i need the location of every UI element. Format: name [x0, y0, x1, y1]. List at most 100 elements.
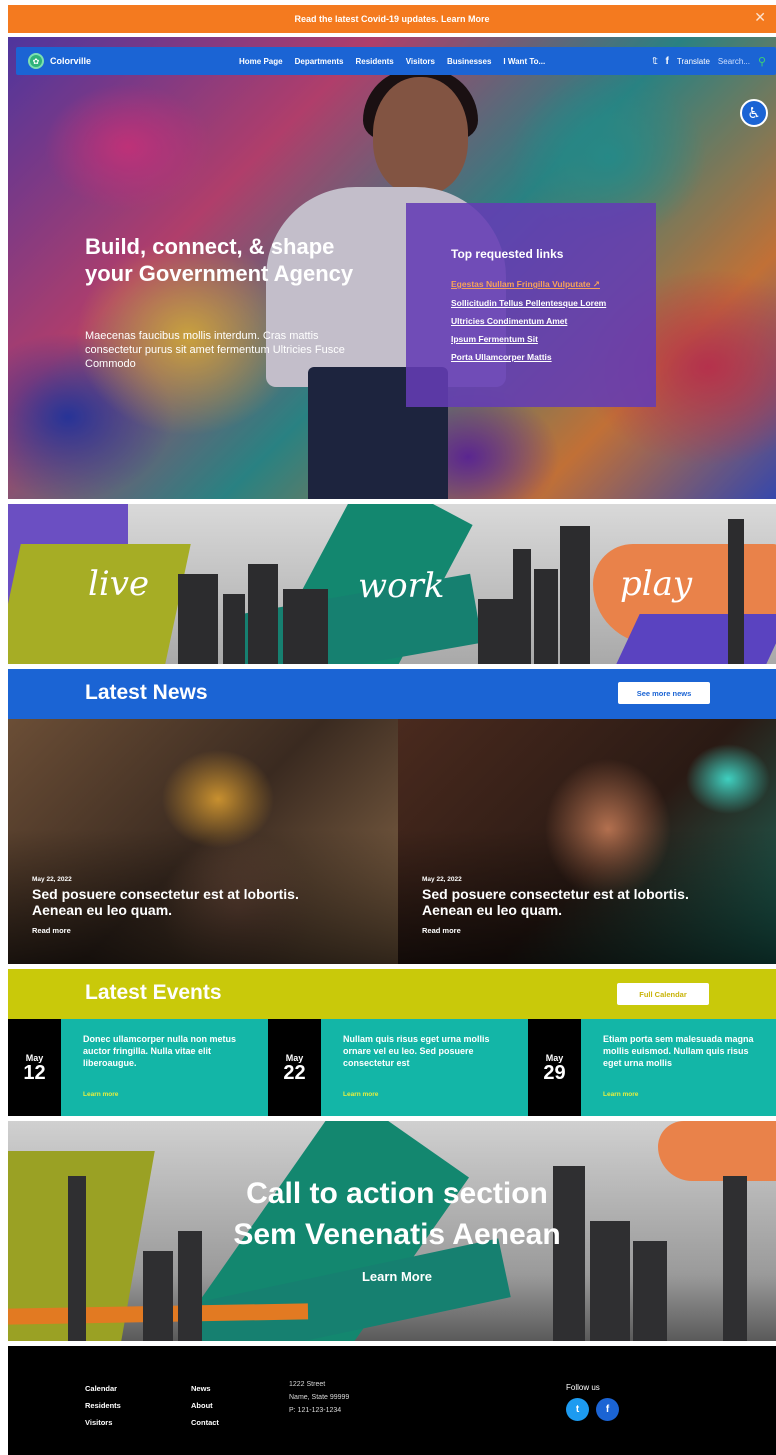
building — [248, 564, 278, 664]
cta-title-line1: Call to action section — [246, 1177, 548, 1210]
cta-section: Call to action section Sem Venenatis Aen… — [8, 1121, 776, 1341]
hero-title: Build, connect, & shape your Government … — [85, 234, 354, 286]
building — [178, 574, 218, 664]
address-city: Name, State 99999 — [289, 1394, 350, 1401]
building — [478, 599, 513, 664]
event-date: May 29 — [528, 1019, 581, 1116]
event-card[interactable]: Nullam quis risus eget urna mollis ornar… — [321, 1019, 528, 1116]
footer-link-calendar[interactable]: Calendar — [85, 1380, 121, 1397]
news-headline[interactable]: Sed posuere consectetur est at lobortis.… — [32, 886, 312, 918]
nav-residents[interactable]: Residents — [356, 57, 394, 66]
event-date: May 22 — [268, 1019, 321, 1116]
accessibility-icon[interactable]: ♿ — [740, 99, 768, 127]
logo[interactable]: ✿ Colorville — [28, 53, 91, 69]
top-links-title: Top requested links — [451, 247, 564, 261]
building — [283, 589, 328, 664]
hero-section: ✿ Colorville Home Page Departments Resid… — [8, 37, 776, 499]
alert-text[interactable]: Read the latest Covid-19 updates. Learn … — [294, 14, 489, 24]
event-card[interactable]: Etiam porta sem malesuada magna mollis e… — [581, 1019, 776, 1116]
footer: Calendar Residents Visitors News About C… — [8, 1346, 776, 1455]
event-description: Etiam porta sem malesuada magna mollis e… — [603, 1034, 754, 1068]
nav-businesses[interactable]: Businesses — [447, 57, 491, 66]
nav-visitors[interactable]: Visitors — [406, 57, 435, 66]
word-live: live — [88, 564, 150, 604]
cta-learn-more-link[interactable]: Learn More — [8, 1269, 776, 1284]
nav-utilities: 𝕥 f Translate Search... ⚲ — [652, 55, 766, 68]
search-icon[interactable]: ⚲ — [758, 55, 766, 68]
address-street: 1222 Street — [289, 1381, 326, 1388]
top-link-4[interactable]: Ipsum Fermentum Sit — [451, 334, 611, 344]
nav-links: Home Page Departments Residents Visitors… — [239, 57, 545, 66]
footer-link-residents[interactable]: Residents — [85, 1397, 121, 1414]
events-title: Latest Events — [85, 981, 222, 1004]
word-work: work — [358, 566, 445, 606]
live-work-play-banner: live work play — [8, 504, 776, 664]
read-more-link[interactable]: Read more — [32, 926, 71, 935]
cta-title-line2: Sem Venenatis Aenean — [233, 1218, 561, 1251]
event-description: Donec ullamcorper nulla non metus auctor… — [83, 1034, 237, 1068]
events-header: Latest Events Full Calendar — [8, 969, 776, 1019]
top-link-5[interactable]: Porta Ullamcorper Mattis — [451, 352, 611, 362]
see-more-news-button[interactable]: See more news — [618, 682, 710, 704]
main-nav: ✿ Colorville Home Page Departments Resid… — [16, 47, 776, 75]
footer-address: 1222 Street Name, State 99999 P: 121-123… — [289, 1378, 349, 1417]
footer-link-news[interactable]: News — [191, 1380, 219, 1397]
hero-subtitle: Maecenas faucibus mollis interdum. Cras … — [85, 330, 345, 370]
building — [223, 594, 245, 664]
event-month: May — [545, 1052, 564, 1063]
building — [534, 569, 558, 664]
facebook-icon[interactable]: f — [666, 56, 669, 67]
full-calendar-button[interactable]: Full Calendar — [617, 983, 709, 1005]
event-month: May — [25, 1052, 44, 1063]
building — [633, 1241, 667, 1341]
news-card[interactable]: May 22, 2022 Sed posuere consectetur est… — [8, 719, 398, 964]
translate-link[interactable]: Translate — [677, 57, 710, 66]
address-phone: P: 121-123-1234 — [289, 1407, 342, 1414]
brush-orange — [658, 1121, 776, 1181]
follow-us-label: Follow us — [566, 1383, 600, 1392]
word-play: play — [620, 564, 693, 604]
top-link-2[interactable]: Sollicitudin Tellus Pellentesque Lorem — [451, 298, 611, 308]
news-card[interactable]: May 22, 2022 Sed posuere consectetur est… — [398, 719, 776, 964]
twitter-icon[interactable]: t — [566, 1398, 589, 1421]
news-headline[interactable]: Sed posuere consectetur est at lobortis.… — [422, 886, 702, 918]
event-date: May 12 — [8, 1019, 61, 1116]
learn-more-link[interactable]: Learn more — [343, 1091, 378, 1098]
top-link-3[interactable]: Ultricies Condimentum Amet — [451, 316, 611, 326]
search-input[interactable]: Search... — [718, 57, 750, 66]
news-date: May 22, 2022 — [422, 876, 462, 883]
news-header: Latest News See more news — [8, 669, 776, 719]
facebook-icon[interactable]: f — [596, 1398, 619, 1421]
top-link-1[interactable]: Egestas Nullam Fringilla Vulputate ↗ — [451, 279, 611, 290]
news-date: May 22, 2022 — [32, 876, 72, 883]
logo-icon: ✿ — [28, 53, 44, 69]
footer-column: News About Contact — [191, 1380, 219, 1431]
building — [143, 1251, 173, 1341]
logo-text: Colorville — [50, 56, 92, 66]
footer-column: Calendar Residents Visitors — [85, 1380, 121, 1431]
footer-link-visitors[interactable]: Visitors — [85, 1414, 121, 1431]
brush-olive — [8, 544, 191, 664]
top-links-panel: Top requested links Egestas Nullam Fring… — [406, 203, 656, 407]
nav-departments[interactable]: Departments — [295, 57, 344, 66]
nav-home[interactable]: Home Page — [239, 57, 283, 66]
alert-bar: Read the latest Covid-19 updates. Learn … — [8, 5, 776, 33]
footer-link-contact[interactable]: Contact — [191, 1414, 219, 1431]
event-month: May — [285, 1052, 304, 1063]
learn-more-link[interactable]: Learn more — [83, 1091, 118, 1098]
learn-more-link[interactable]: Learn more — [603, 1091, 638, 1098]
twitter-icon[interactable]: 𝕥 — [652, 56, 657, 67]
event-description: Nullam quis risus eget urna mollis ornar… — [343, 1034, 490, 1068]
building — [560, 526, 590, 664]
news-title: Latest News — [85, 681, 208, 704]
event-card[interactable]: Donec ullamcorper nulla non metus auctor… — [61, 1019, 268, 1116]
building — [513, 549, 531, 664]
event-day: 12 — [23, 1061, 46, 1084]
close-icon[interactable]: ✕ — [754, 10, 766, 24]
footer-link-about[interactable]: About — [191, 1397, 219, 1414]
nav-i-want-to[interactable]: I Want To... — [503, 57, 545, 66]
event-day: 29 — [543, 1061, 566, 1084]
event-day: 22 — [283, 1061, 306, 1084]
read-more-link[interactable]: Read more — [422, 926, 461, 935]
building — [728, 519, 744, 664]
